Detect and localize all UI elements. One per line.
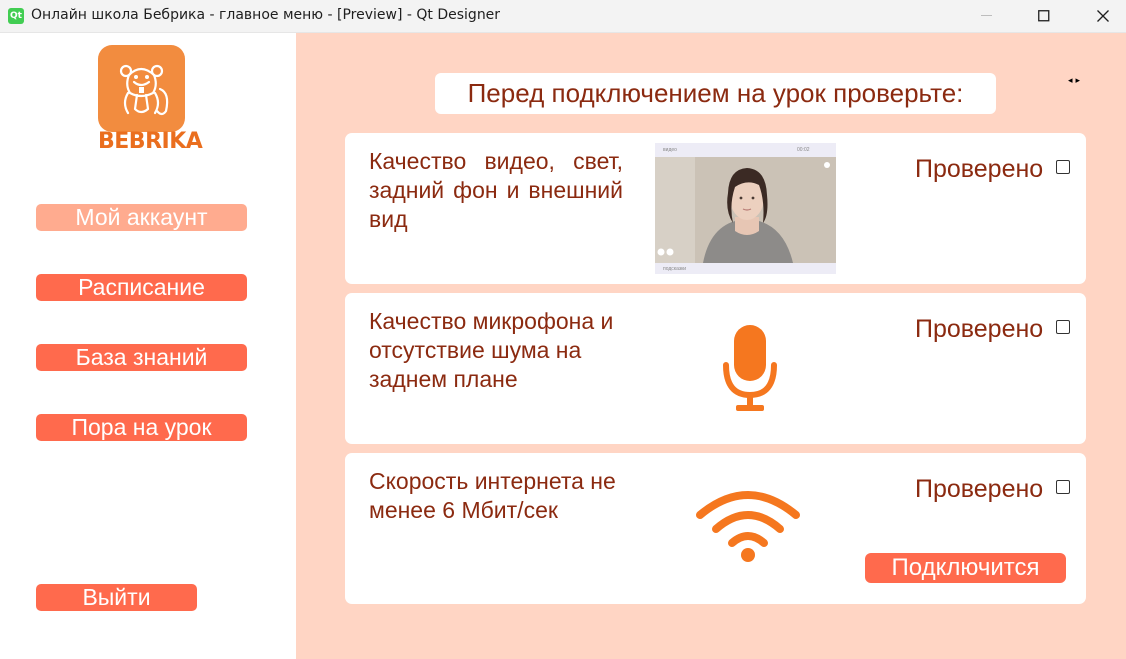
logo-wordmark: BEBRIKA <box>98 129 203 154</box>
knowledge-base-button[interactable]: База знаний <box>36 344 247 371</box>
minimize-button[interactable] <box>964 0 1010 32</box>
video-checked-checkbox[interactable] <box>1056 160 1070 174</box>
microphone-checked-checkbox[interactable] <box>1056 320 1070 334</box>
window-title-bar: Qt Онлайн школа Бебрика - главное меню -… <box>0 0 1126 33</box>
internet-check-text: Скорость интернета не менее 6 Мбит/сек <box>369 468 616 523</box>
my-account-button[interactable]: Мой аккаунт <box>36 204 247 231</box>
maximize-icon <box>1038 10 1050 22</box>
video-preview-hints-label: подсказки <box>663 266 687 272</box>
sidebar: BEBRIKA Мой аккаунт Расписание База знан… <box>0 33 296 659</box>
schedule-button[interactable]: Расписание <box>36 274 247 301</box>
window-title: Онлайн школа Бебрика - главное меню - [P… <box>31 7 501 23</box>
logout-button[interactable]: Выйти <box>36 584 197 611</box>
connect-button[interactable]: Подключится <box>865 553 1066 583</box>
qt-app-icon: Qt <box>8 8 24 24</box>
close-button[interactable] <box>1080 0 1126 32</box>
maximize-button[interactable] <box>1021 0 1067 32</box>
microphone-check-card: Качество микрофона и отсутствие шума на … <box>345 293 1086 444</box>
wifi-icon <box>696 491 800 562</box>
microphone-icon <box>723 325 777 411</box>
person-silhouette <box>655 157 836 263</box>
video-check-card: Качество видео, свет, задний фон и внешн… <box>345 133 1086 284</box>
video-check-text: Качество видео, свет, задний фон и внешн… <box>369 148 623 232</box>
microphone-checked-label: Проверено <box>915 315 1044 343</box>
bebrika-logo <box>98 45 185 132</box>
video-preview-image: видео 00:02 подсказки <box>655 143 836 274</box>
internet-check-card: Скорость интернета не менее 6 Мбит/сек П… <box>345 453 1086 604</box>
join-lesson-button[interactable]: Пора на урок <box>36 414 247 441</box>
video-preview-bottombar: подсказки <box>655 263 836 274</box>
microphone-check-text: Качество микрофона и отсутствие шума на … <box>369 308 614 392</box>
close-icon <box>1097 10 1109 22</box>
beaver-icon <box>119 64 169 116</box>
video-checked-label: Проверено <box>915 155 1044 183</box>
internet-checked-label: Проверено <box>915 475 1044 503</box>
page-heading: Перед подключением на урок проверьте: <box>435 73 996 114</box>
main-panel: Перед подключением на урок проверьте: ◂▸… <box>296 33 1126 659</box>
tab-scroll-arrows[interactable]: ◂▸ <box>1068 75 1083 86</box>
minimize-icon <box>981 15 992 16</box>
internet-checked-checkbox[interactable] <box>1056 480 1070 494</box>
